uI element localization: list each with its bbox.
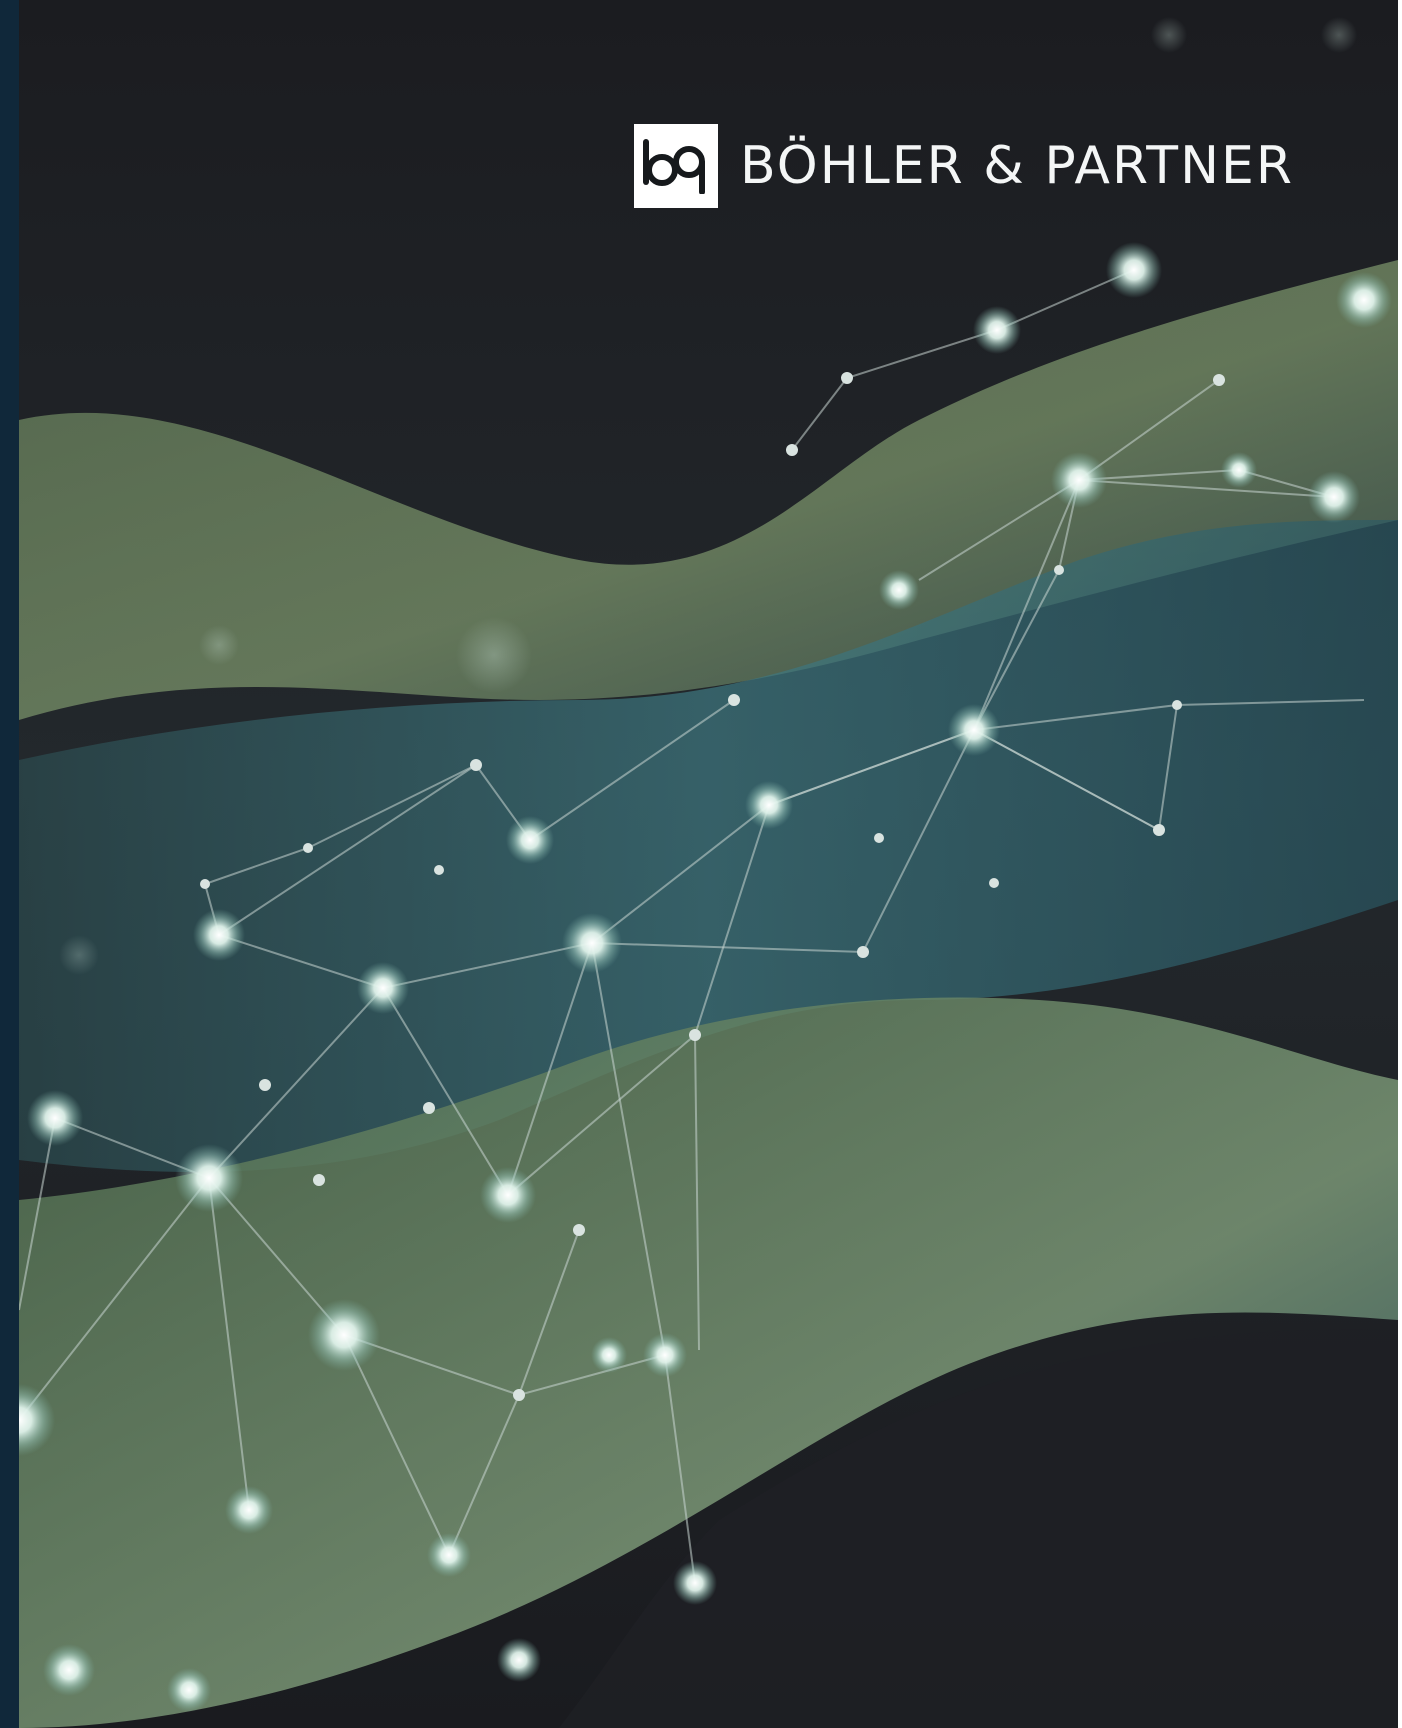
- bp-logo-icon: [634, 124, 718, 208]
- network-wave-illustration: [19, 0, 1398, 1728]
- bp-monogram-icon: [643, 139, 705, 194]
- cover-page: BÖHLER & PARTNER: [0, 0, 1402, 1728]
- right-edge-strip: [1398, 0, 1402, 1728]
- company-wordmark: BÖHLER & PARTNER: [740, 136, 1294, 196]
- company-logo: BÖHLER & PARTNER: [634, 124, 1294, 208]
- left-edge-strip: [0, 0, 19, 1728]
